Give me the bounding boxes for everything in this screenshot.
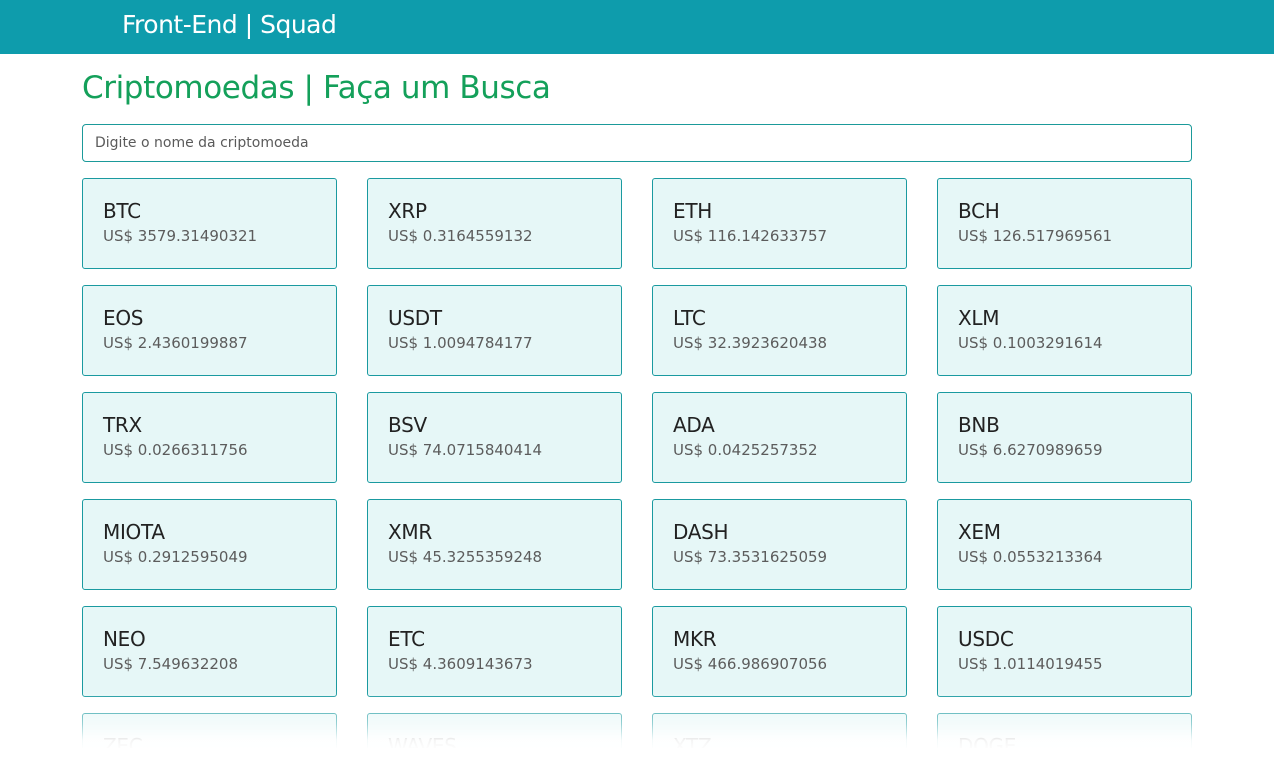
coin-card[interactable]: WAVES: [367, 713, 622, 748]
coin-symbol: BTC: [103, 199, 141, 223]
coin-price: US$ 126.517969561: [958, 227, 1113, 245]
coin-card[interactable]: NEO US$ 7.549632208: [82, 606, 337, 697]
coin-card[interactable]: XEM US$ 0.0553213364: [937, 499, 1192, 590]
coin-price: US$ 45.3255359248: [388, 548, 543, 566]
coin-symbol: ADA: [673, 413, 715, 437]
coin-price: US$ 7.549632208: [103, 655, 239, 673]
coin-price: US$ 0.0553213364: [958, 548, 1103, 566]
coin-card[interactable]: BSV US$ 74.0715840414: [367, 392, 622, 483]
search-input[interactable]: [82, 124, 1192, 162]
coin-card[interactable]: MKR US$ 466.986907056: [652, 606, 907, 697]
coin-symbol: MIOTA: [103, 520, 165, 544]
coin-price: US$ 3579.31490321: [103, 227, 258, 245]
coin-symbol: XRP: [388, 199, 427, 223]
coin-card[interactable]: DASH US$ 73.3531625059: [652, 499, 907, 590]
coin-symbol: DOGE: [958, 734, 1017, 748]
coin-list: BTC US$ 3579.31490321 XRP US$ 0.3164559132 E…: [82, 178, 1192, 748]
coin-card[interactable]: BCH US$ 126.517969561: [937, 178, 1192, 269]
coin-symbol: LTC: [673, 306, 706, 330]
coin-price: US$ 0.3164559132: [388, 227, 533, 245]
coin-symbol: BSV: [388, 413, 427, 437]
page-title: Criptomoedas | Faça um Busca: [82, 70, 551, 106]
coin-symbol: BCH: [958, 199, 1000, 223]
coin-price: US$ 1.0094784177: [388, 334, 533, 352]
coin-card[interactable]: ZEC: [82, 713, 337, 748]
coin-price: US$ 466.986907056: [673, 655, 828, 673]
coin-price: US$ 0.0266311756: [103, 441, 248, 459]
coin-symbol: DASH: [673, 520, 729, 544]
coin-card[interactable]: XLM US$ 0.1003291614: [937, 285, 1192, 376]
coin-price: US$ 4.3609143673: [388, 655, 533, 673]
coin-card[interactable]: DOGE: [937, 713, 1192, 748]
coin-symbol: ETH: [673, 199, 712, 223]
coin-price: US$ 0.1003291614: [958, 334, 1103, 352]
coin-symbol: BNB: [958, 413, 1000, 437]
coin-symbol: ZEC: [103, 734, 143, 748]
coin-symbol: XLM: [958, 306, 1000, 330]
coin-symbol: XMR: [388, 520, 432, 544]
coin-card[interactable]: BNB US$ 6.6270989659: [937, 392, 1192, 483]
coin-symbol: NEO: [103, 627, 146, 651]
coin-price: US$ 0.0425257352: [673, 441, 818, 459]
coin-card[interactable]: USDT US$ 1.0094784177: [367, 285, 622, 376]
coin-card[interactable]: ETH US$ 116.142633757: [652, 178, 907, 269]
coin-symbol: USDT: [388, 306, 442, 330]
coin-price: US$ 74.0715840414: [388, 441, 543, 459]
coin-symbol: USDC: [958, 627, 1014, 651]
coin-card[interactable]: ETC US$ 4.3609143673: [367, 606, 622, 697]
coin-price: US$ 73.3531625059: [673, 548, 828, 566]
coin-card[interactable]: XMR US$ 45.3255359248: [367, 499, 622, 590]
coin-symbol: ETC: [388, 627, 425, 651]
coin-card[interactable]: XTZ: [652, 713, 907, 748]
coin-price: US$ 6.6270989659: [958, 441, 1103, 459]
coin-grid: BTC US$ 3579.31490321 XRP US$ 0.3164559132 E…: [82, 178, 1192, 748]
top-navbar: Front-End | Squad: [0, 0, 1274, 54]
coin-symbol: EOS: [103, 306, 144, 330]
coin-card[interactable]: USDC US$ 1.0114019455: [937, 606, 1192, 697]
coin-price: US$ 2.4360199887: [103, 334, 248, 352]
coin-price: US$ 0.2912595049: [103, 548, 248, 566]
coin-card[interactable]: MIOTA US$ 0.2912595049: [82, 499, 337, 590]
coin-card[interactable]: EOS US$ 2.4360199887: [82, 285, 337, 376]
coin-price: US$ 116.142633757: [673, 227, 828, 245]
coin-card[interactable]: ADA US$ 0.0425257352: [652, 392, 907, 483]
coin-card[interactable]: TRX US$ 0.0266311756: [82, 392, 337, 483]
coin-symbol: XTZ: [673, 734, 712, 748]
coin-card[interactable]: BTC US$ 3579.31490321: [82, 178, 337, 269]
coin-card[interactable]: LTC US$ 32.3923620438: [652, 285, 907, 376]
coin-symbol: MKR: [673, 627, 717, 651]
coin-card[interactable]: XRP US$ 0.3164559132: [367, 178, 622, 269]
coin-symbol: TRX: [103, 413, 142, 437]
coin-symbol: WAVES: [388, 734, 457, 748]
coin-price: US$ 1.0114019455: [958, 655, 1103, 673]
coin-symbol: XEM: [958, 520, 1001, 544]
brand-logo-text[interactable]: Front-End | Squad: [122, 10, 337, 39]
coin-price: US$ 32.3923620438: [673, 334, 828, 352]
